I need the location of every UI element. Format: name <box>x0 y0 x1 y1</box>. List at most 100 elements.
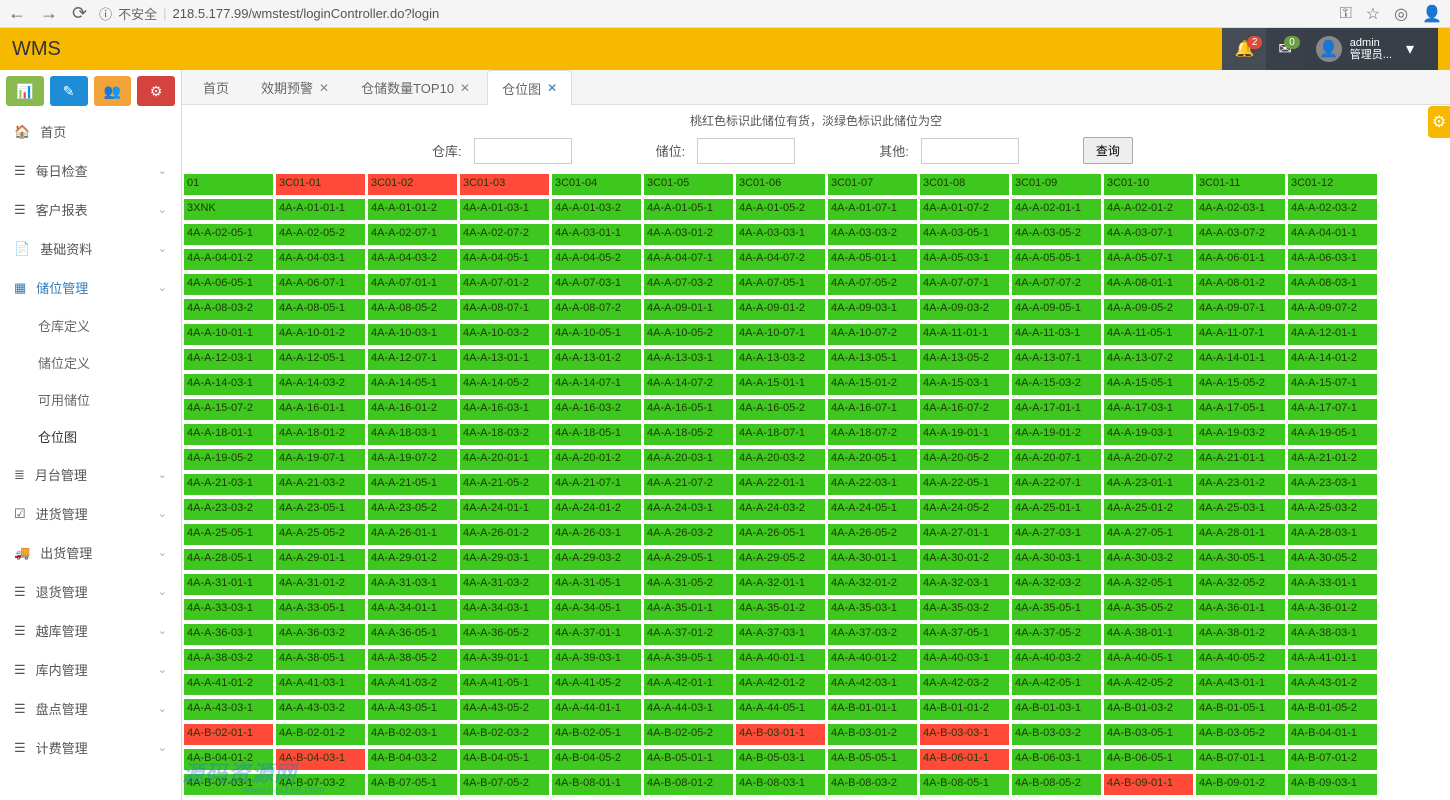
location-cell[interactable]: 4A-A-34-03-1 <box>460 599 549 620</box>
location-cell[interactable]: 4A-A-17-07-1 <box>1288 399 1377 420</box>
location-cell[interactable]: 4A-B-02-05-2 <box>644 724 733 745</box>
tab-仓储数量TOP10[interactable]: 仓储数量TOP10✕ <box>346 70 485 104</box>
sidebar-sub-可用储位[interactable]: 可用储位 <box>0 381 181 418</box>
location-cell[interactable]: 4A-A-18-01-2 <box>276 424 365 445</box>
location-cell[interactable]: 4A-A-15-01-1 <box>736 374 825 395</box>
location-cell[interactable]: 4A-A-25-01-1 <box>1012 499 1101 520</box>
location-cell[interactable]: 4A-A-15-07-2 <box>184 399 273 420</box>
location-cell[interactable]: 4A-A-26-05-2 <box>828 524 917 545</box>
location-cell[interactable]: 4A-A-19-05-2 <box>184 449 273 470</box>
location-cell[interactable]: 4A-A-16-05-2 <box>736 399 825 420</box>
location-cell[interactable]: 4A-A-08-05-2 <box>368 299 457 320</box>
location-cell[interactable]: 4A-B-08-03-1 <box>736 774 825 795</box>
location-cell[interactable]: 4A-B-04-05-1 <box>460 749 549 770</box>
location-cell[interactable]: 4A-A-15-01-2 <box>828 374 917 395</box>
location-cell[interactable]: 4A-B-05-05-1 <box>828 749 917 770</box>
location-cell[interactable]: 4A-A-07-05-2 <box>828 274 917 295</box>
location-cell[interactable]: 4A-A-20-05-2 <box>920 449 1009 470</box>
location-cell[interactable]: 4A-A-43-01-2 <box>1288 674 1377 695</box>
location-cell[interactable]: 4A-B-03-01-1 <box>736 724 825 745</box>
location-cell[interactable]: 4A-A-08-01-1 <box>1104 274 1193 295</box>
location-cell[interactable]: 4A-A-01-01-1 <box>276 199 365 220</box>
location-cell[interactable]: 4A-A-09-05-1 <box>1012 299 1101 320</box>
location-cell[interactable]: 4A-A-14-07-1 <box>552 374 641 395</box>
location-cell[interactable]: 4A-A-09-01-1 <box>644 299 733 320</box>
location-cell[interactable]: 4A-A-05-07-1 <box>1104 249 1193 270</box>
location-cell[interactable]: 4A-B-01-01-1 <box>828 699 917 720</box>
location-cell[interactable]: 4A-A-19-07-2 <box>368 449 457 470</box>
location-cell[interactable]: 4A-A-06-03-1 <box>1288 249 1377 270</box>
location-cell[interactable]: 4A-B-01-03-2 <box>1104 699 1193 720</box>
location-cell[interactable]: 4A-A-21-07-2 <box>644 474 733 495</box>
location-cell[interactable]: 4A-B-03-01-2 <box>828 724 917 745</box>
location-cell[interactable]: 4A-A-02-01-1 <box>1012 199 1101 220</box>
sidebar-item-储位管理[interactable]: ▦储位管理⌄ <box>0 268 181 307</box>
location-cell[interactable]: 4A-A-02-05-2 <box>276 224 365 245</box>
location-cell[interactable]: 4A-A-08-03-1 <box>1288 274 1377 295</box>
location-cell[interactable]: 4A-A-12-05-1 <box>276 349 365 370</box>
location-cell[interactable]: 4A-A-11-07-1 <box>1196 324 1285 345</box>
location-cell[interactable]: 4A-B-02-01-1 <box>184 724 273 745</box>
location-cell[interactable]: 4A-A-21-07-1 <box>552 474 641 495</box>
location-cell[interactable]: 4A-A-26-05-1 <box>736 524 825 545</box>
side-drawer-handle[interactable]: ⚙ <box>1428 106 1450 138</box>
location-cell[interactable]: 4A-A-03-07-1 <box>1104 224 1193 245</box>
location-cell[interactable]: 4A-A-01-03-1 <box>460 199 549 220</box>
location-cell[interactable]: 4A-A-30-05-1 <box>1196 549 1285 570</box>
location-cell[interactable]: 4A-A-42-05-1 <box>1012 674 1101 695</box>
location-cell[interactable]: 4A-A-04-01-2 <box>184 249 273 270</box>
location-cell[interactable]: 4A-A-03-03-1 <box>736 224 825 245</box>
location-cell[interactable]: 3C01-03 <box>460 174 549 195</box>
location-cell[interactable]: 3XNK <box>184 199 273 220</box>
location-cell[interactable]: 4A-A-16-03-1 <box>460 399 549 420</box>
location-cell[interactable]: 4A-A-25-01-2 <box>1104 499 1193 520</box>
location-cell[interactable]: 4A-A-12-01-1 <box>1288 324 1377 345</box>
location-cell[interactable]: 4A-A-24-05-2 <box>920 499 1009 520</box>
toolbar-settings-button[interactable]: ⚙ <box>137 76 175 106</box>
location-cell[interactable]: 4A-A-18-03-1 <box>368 424 457 445</box>
sidebar-item-进货管理[interactable]: ☑进货管理⌄ <box>0 494 181 533</box>
location-cell[interactable]: 4A-A-32-03-2 <box>1012 574 1101 595</box>
location-cell[interactable]: 4A-A-07-01-2 <box>460 274 549 295</box>
location-cell[interactable]: 4A-A-39-01-1 <box>460 649 549 670</box>
location-cell[interactable]: 4A-B-08-01-2 <box>644 774 733 795</box>
location-cell[interactable]: 4A-A-41-05-2 <box>552 674 641 695</box>
location-cell[interactable]: 4A-A-13-07-1 <box>1012 349 1101 370</box>
location-cell[interactable]: 4A-B-07-01-2 <box>1288 749 1377 770</box>
location-cell[interactable]: 4A-A-40-03-2 <box>1012 649 1101 670</box>
location-cell[interactable]: 4A-A-39-03-1 <box>552 649 641 670</box>
location-cell[interactable]: 4A-A-13-03-1 <box>644 349 733 370</box>
location-cell[interactable]: 4A-A-42-05-2 <box>1104 674 1193 695</box>
location-cell[interactable]: 4A-A-03-07-2 <box>1196 224 1285 245</box>
location-cell[interactable]: 4A-A-03-05-2 <box>1012 224 1101 245</box>
profile-icon[interactable]: 👤 <box>1422 4 1442 24</box>
sidebar-item-客户报表[interactable]: ☰客户报表⌄ <box>0 190 181 229</box>
toolbar-edit-button[interactable]: ✎ <box>50 76 88 106</box>
location-cell[interactable]: 3C01-01 <box>276 174 365 195</box>
location-cell[interactable]: 4A-A-01-03-2 <box>552 199 641 220</box>
location-cell[interactable]: 4A-A-19-03-1 <box>1104 424 1193 445</box>
location-cell[interactable]: 4A-A-37-01-2 <box>644 624 733 645</box>
location-cell[interactable]: 4A-A-11-01-1 <box>920 324 1009 345</box>
input-other[interactable] <box>921 138 1019 164</box>
location-cell[interactable]: 4A-A-16-07-2 <box>920 399 1009 420</box>
location-cell[interactable]: 4A-A-10-05-2 <box>644 324 733 345</box>
location-cell[interactable]: 4A-A-17-03-1 <box>1104 399 1193 420</box>
location-cell[interactable]: 4A-A-01-07-1 <box>828 199 917 220</box>
sidebar-item-越库管理[interactable]: ☰越库管理⌄ <box>0 611 181 650</box>
location-cell[interactable]: 4A-A-22-01-1 <box>736 474 825 495</box>
location-cell[interactable]: 4A-A-20-01-2 <box>552 449 641 470</box>
location-cell[interactable]: 4A-B-03-03-1 <box>920 724 1009 745</box>
location-cell[interactable]: 4A-A-02-07-1 <box>368 224 457 245</box>
location-cell[interactable]: 4A-A-30-03-1 <box>1012 549 1101 570</box>
location-cell[interactable]: 4A-B-04-03-1 <box>276 749 365 770</box>
location-cell[interactable]: 4A-A-22-07-1 <box>1012 474 1101 495</box>
location-cell[interactable]: 4A-A-42-01-1 <box>644 674 733 695</box>
location-cell[interactable]: 4A-A-06-07-1 <box>276 274 365 295</box>
location-cell[interactable]: 4A-A-37-05-2 <box>1012 624 1101 645</box>
location-cell[interactable]: 4A-A-14-01-1 <box>1196 349 1285 370</box>
location-cell[interactable]: 4A-B-05-01-1 <box>644 749 733 770</box>
location-cell[interactable]: 4A-A-15-05-1 <box>1104 374 1193 395</box>
location-cell[interactable]: 3C01-12 <box>1288 174 1377 195</box>
location-cell[interactable]: 4A-A-04-05-1 <box>460 249 549 270</box>
